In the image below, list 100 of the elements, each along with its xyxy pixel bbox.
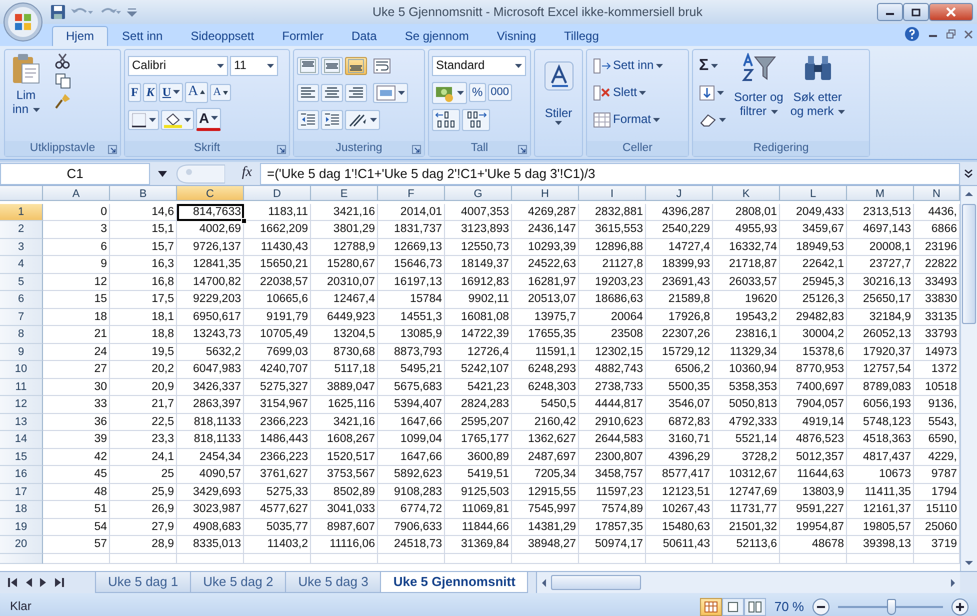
- borders-icon[interactable]: [131, 112, 147, 128]
- font-color-button[interactable]: A: [196, 108, 222, 131]
- slider-thumb[interactable]: [886, 598, 896, 614]
- active-cell[interactable]: 814,7633: [177, 204, 244, 221]
- table-cell[interactable]: 13204,5: [311, 326, 378, 344]
- table-cell[interactable]: 6506,2: [646, 361, 713, 378]
- table-cell[interactable]: 1099,04: [378, 431, 445, 448]
- ribbon-tab[interactable]: Visning: [482, 26, 550, 46]
- row-header[interactable]: 4: [0, 256, 43, 274]
- table-cell[interactable]: 12726,4: [445, 344, 512, 361]
- table-cell[interactable]: 3459,67: [780, 221, 847, 238]
- table-cell[interactable]: 14727,4: [646, 238, 713, 256]
- table-cell[interactable]: 13085,9: [378, 326, 445, 344]
- column-header[interactable]: E: [311, 186, 378, 201]
- delete-cells-icon[interactable]: [593, 84, 611, 100]
- table-cell[interactable]: 1520,517: [311, 448, 378, 466]
- increase-indent-icon[interactable]: [324, 112, 340, 128]
- ribbon-tab[interactable]: Sideoppsett: [176, 26, 268, 46]
- table-cell[interactable]: 1625,116: [311, 396, 378, 414]
- table-cell[interactable]: 3023,987: [177, 501, 244, 518]
- table-cell[interactable]: 5275,327: [244, 378, 311, 396]
- table-cell[interactable]: 818,1133: [177, 431, 244, 448]
- table-cell[interactable]: 12757,54: [847, 361, 914, 378]
- row-header[interactable]: 18: [0, 501, 43, 518]
- table-cell[interactable]: 32184,9: [847, 308, 914, 326]
- caret-icon[interactable]: [457, 90, 464, 94]
- table-cell[interactable]: 5358,353: [713, 378, 780, 396]
- table-cell[interactable]: 2824,283: [445, 396, 512, 414]
- caret-icon[interactable]: [267, 64, 274, 68]
- table-cell[interactable]: 1662,209: [244, 221, 311, 238]
- table-cell[interactable]: 6248,303: [512, 378, 579, 396]
- table-cell[interactable]: 15729,12: [646, 344, 713, 361]
- caret-icon[interactable]: [555, 120, 562, 125]
- table-cell[interactable]: 11329,34: [713, 344, 780, 361]
- decrease-decimal-icon[interactable]: [465, 110, 487, 128]
- table-cell[interactable]: [445, 554, 512, 564]
- row-header[interactable]: 17: [0, 484, 43, 501]
- table-cell[interactable]: 3426,337: [177, 378, 244, 396]
- bold-button[interactable]: F: [128, 83, 142, 102]
- table-cell[interactable]: 4007,353: [445, 204, 512, 221]
- table-cell[interactable]: 6449,923: [311, 308, 378, 326]
- table-cell[interactable]: 2300,807: [579, 448, 646, 466]
- table-cell[interactable]: 2738,733: [579, 378, 646, 396]
- table-cell[interactable]: 9125,503: [445, 484, 512, 501]
- table-cell[interactable]: 24518,73: [378, 536, 445, 554]
- table-cell[interactable]: 9108,283: [378, 484, 445, 501]
- fill-down-icon[interactable]: [699, 84, 715, 100]
- table-cell[interactable]: 2595,207: [445, 414, 512, 431]
- underline-button[interactable]: U: [159, 83, 184, 102]
- table-cell[interactable]: 13975,7: [512, 308, 579, 326]
- row-header[interactable]: 2: [0, 221, 43, 238]
- table-cell[interactable]: 33: [43, 396, 110, 414]
- caret-icon[interactable]: [149, 118, 156, 122]
- save-icon[interactable]: [50, 4, 66, 20]
- table-cell[interactable]: 3889,047: [311, 378, 378, 396]
- table-cell[interactable]: 5500,35: [646, 378, 713, 396]
- table-cell[interactable]: 16281,97: [512, 274, 579, 291]
- row-header[interactable]: 3: [0, 238, 43, 256]
- table-cell[interactable]: 1765,177: [445, 431, 512, 448]
- expand-formula-icon[interactable]: [964, 169, 973, 180]
- table-cell[interactable]: 54: [43, 518, 110, 536]
- table-cell[interactable]: 4882,743: [579, 361, 646, 378]
- column-header[interactable]: I: [579, 186, 646, 201]
- column-header[interactable]: B: [110, 186, 177, 201]
- column-header[interactable]: A: [43, 186, 110, 201]
- align-middle-button[interactable]: [321, 56, 343, 74]
- brush-icon[interactable]: [55, 93, 71, 109]
- align-bottom-button[interactable]: [345, 56, 367, 74]
- table-cell[interactable]: 7545,997: [512, 501, 579, 518]
- table-cell[interactable]: 4240,707: [244, 361, 311, 378]
- scroll-thumb[interactable]: [551, 575, 642, 590]
- close-icon[interactable]: [964, 30, 973, 38]
- table-cell[interactable]: 27: [43, 361, 110, 378]
- table-cell[interactable]: 3600,89: [445, 448, 512, 466]
- table-cell[interactable]: 11731,77: [713, 501, 780, 518]
- column-header[interactable]: D: [244, 186, 311, 201]
- number-format-field[interactable]: Standard: [432, 56, 526, 76]
- dialog-launcher-icon[interactable]: [108, 145, 117, 154]
- sort-filter-button[interactable]: Sorter og filtrer: [732, 53, 786, 141]
- cells-command-button[interactable]: Slett: [590, 82, 650, 102]
- caret-icon[interactable]: [653, 118, 660, 122]
- table-cell[interactable]: 24522,63: [512, 256, 579, 274]
- table-cell[interactable]: 2049,433: [780, 204, 847, 221]
- fill-handle[interactable]: [241, 218, 247, 224]
- column-header[interactable]: N: [914, 186, 960, 201]
- table-cell[interactable]: 12467,4: [311, 291, 378, 308]
- table-cell[interactable]: 21589,8: [646, 291, 713, 308]
- table-cell[interactable]: 4396,29: [646, 448, 713, 466]
- caret-icon[interactable]: [211, 116, 218, 120]
- caret-icon[interactable]: [656, 64, 663, 68]
- table-cell[interactable]: 45: [43, 466, 110, 484]
- table-cell[interactable]: 2366,223: [244, 448, 311, 466]
- column-header[interactable]: H: [512, 186, 579, 201]
- table-cell[interactable]: 8789,083: [847, 378, 914, 396]
- table-cell[interactable]: 1647,66: [378, 448, 445, 466]
- table-cell[interactable]: 20513,07: [512, 291, 579, 308]
- table-cell[interactable]: 4090,57: [177, 466, 244, 484]
- caret-icon[interactable]: [184, 118, 191, 122]
- table-cell[interactable]: 26052,13: [847, 326, 914, 344]
- table-cell[interactable]: 19954,87: [780, 518, 847, 536]
